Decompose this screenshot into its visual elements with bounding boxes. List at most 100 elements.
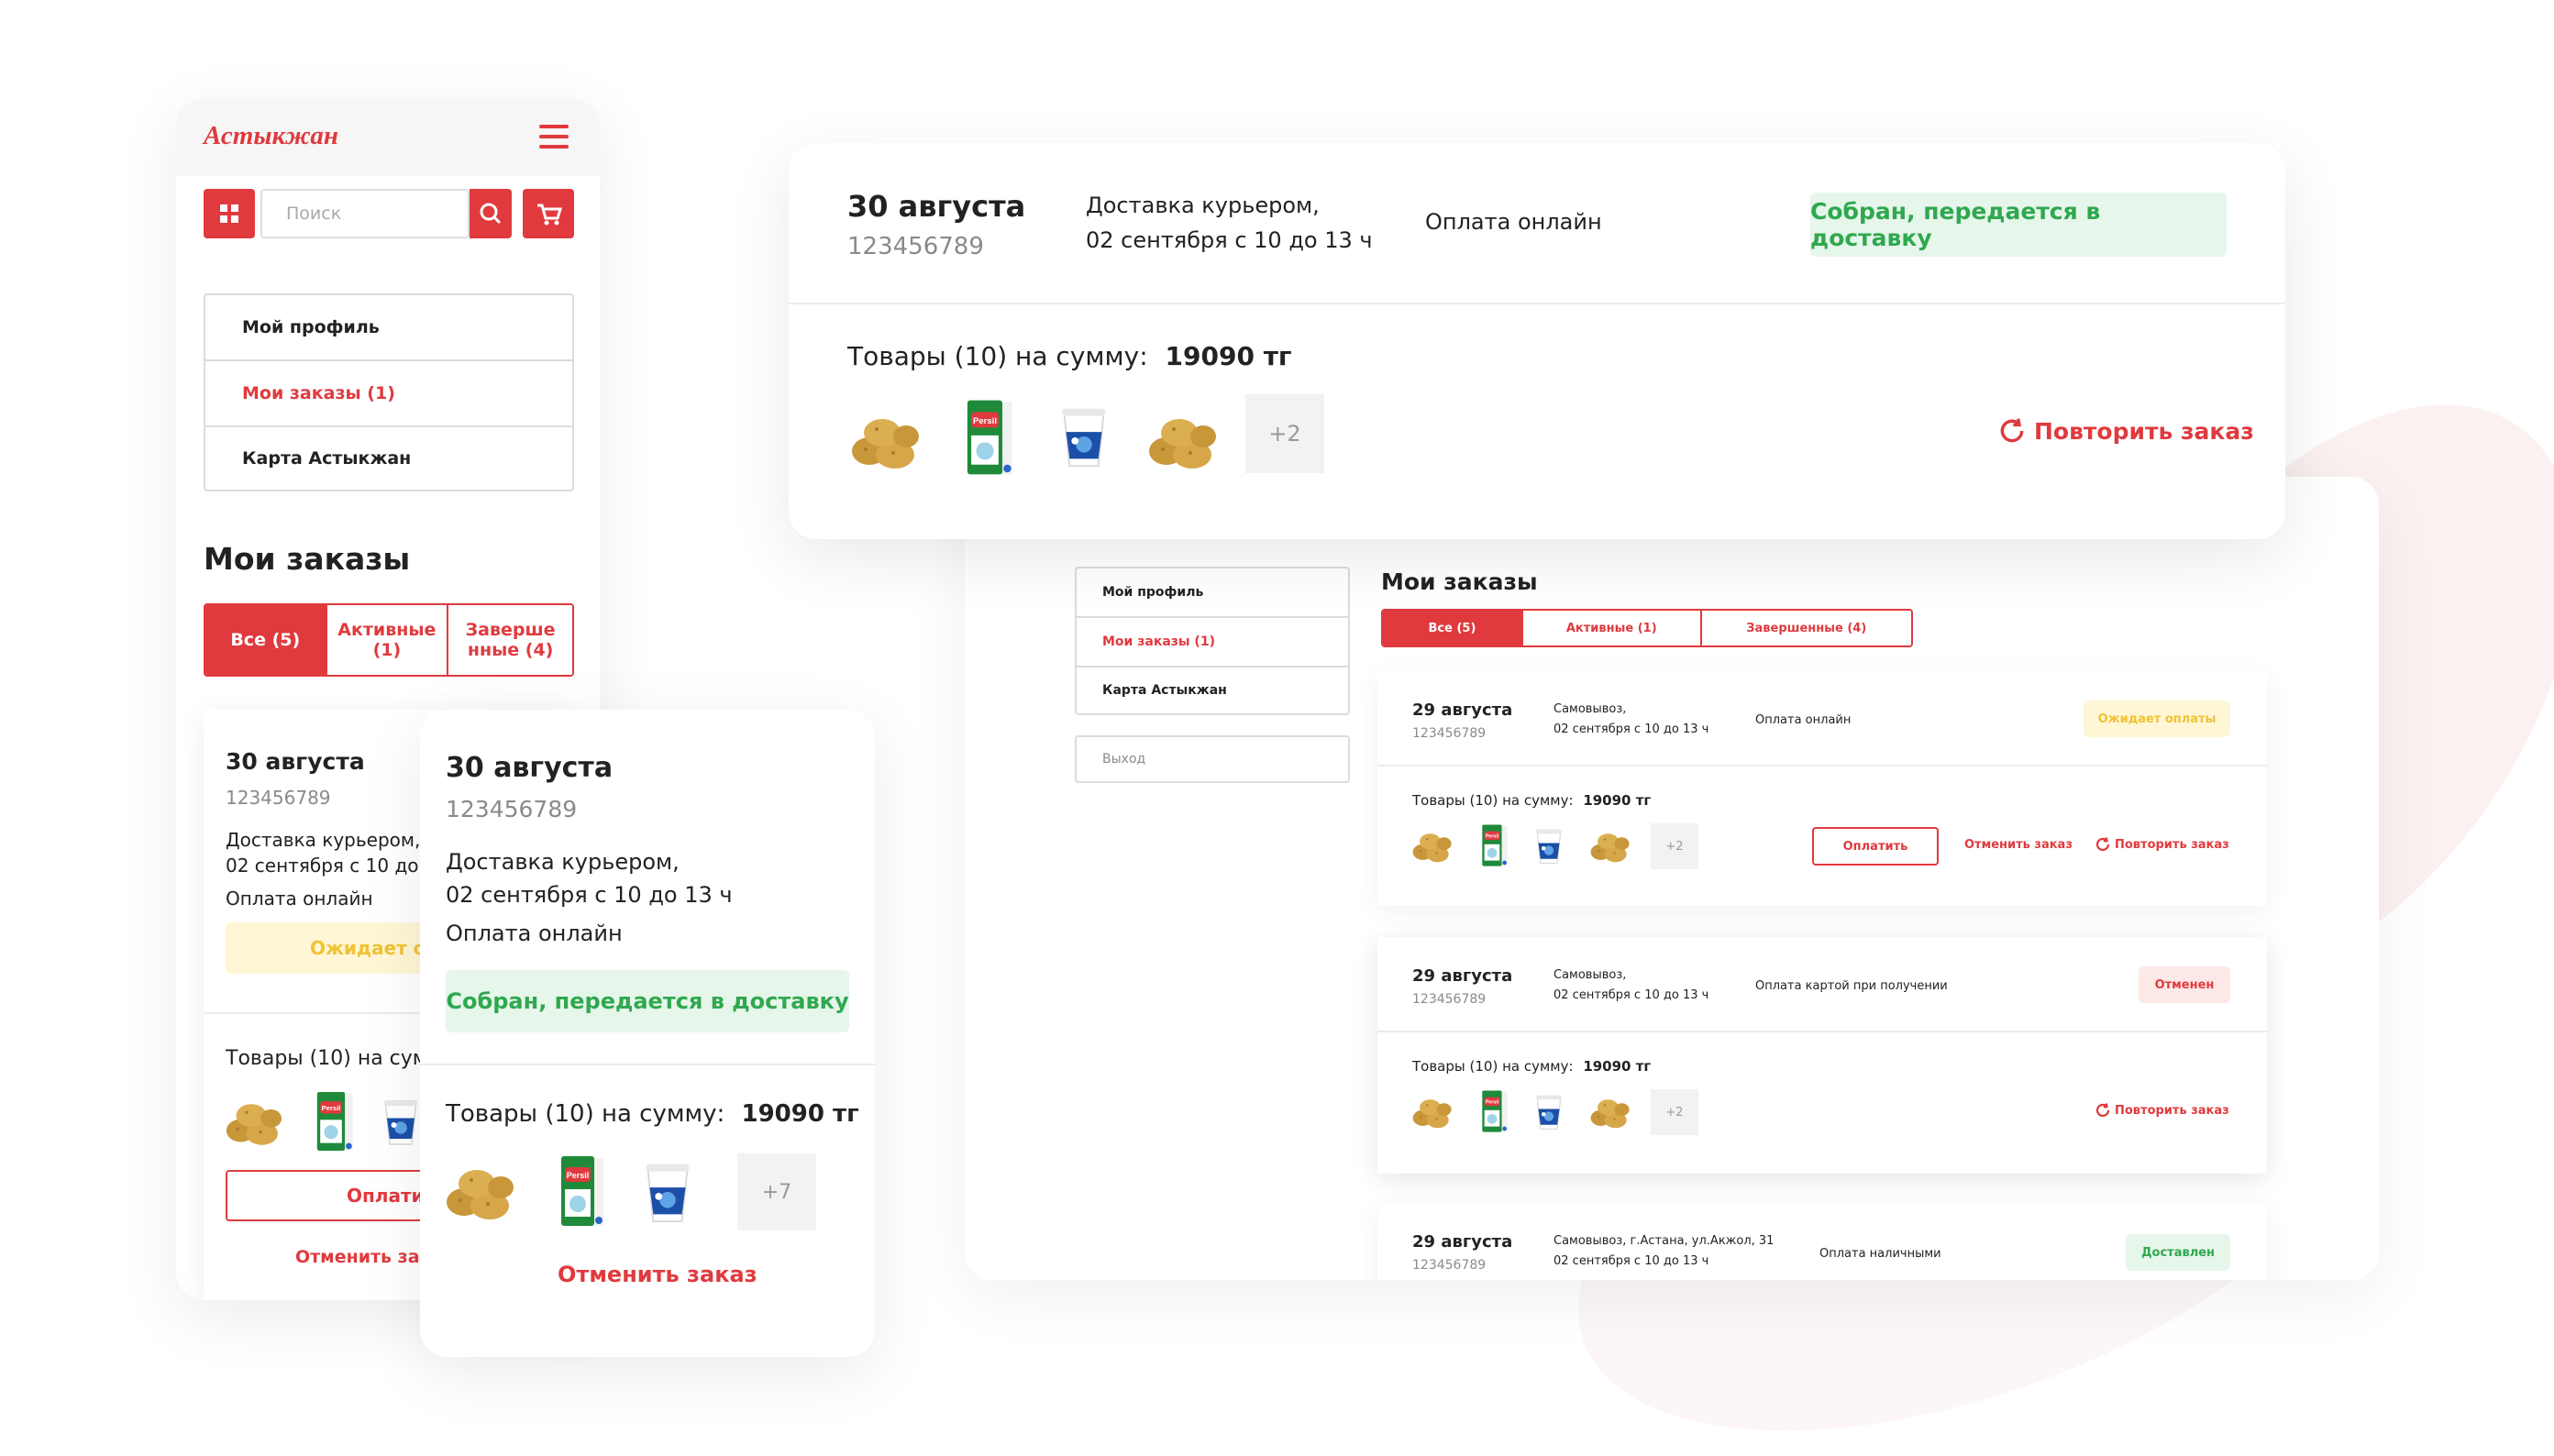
product-persil-thumb [561, 1156, 603, 1226]
tab-completed[interactable]: Завершенные (4) [1701, 611, 1911, 645]
tab-active[interactable]: Активные (1) [326, 605, 449, 675]
catalog-button[interactable] [204, 189, 255, 238]
delivery-time: 02 сентября с 10 до 13 ч [1553, 1254, 1709, 1268]
order-card: 29 августа 123456789 Самовывоз, 02 сентя… [1377, 671, 2267, 906]
goods-sum: 19090 тг [1583, 1058, 1652, 1075]
desktop-screen: Мой профиль Мои заказы (1) Карта Астыкжа… [965, 477, 2379, 1280]
product-potato-thumb [226, 1104, 282, 1145]
search-input[interactable]: Поиск [260, 189, 470, 238]
delivery-time: 02 сентября с 10 до 13 ч [1553, 988, 1709, 1002]
menu-item-map[interactable]: Карта Астыкжан [205, 427, 572, 490]
tab-all[interactable]: Все (5) [1383, 611, 1523, 645]
menu-item-orders[interactable]: Мои заказы (1) [1077, 618, 1348, 667]
menu-item-profile[interactable]: Мой профиль [205, 295, 572, 361]
delivery-method: Самовывоз, [1553, 968, 1627, 982]
mobile-header: Астыкжан [176, 99, 600, 176]
delivery-method: Самовывоз, [1553, 702, 1627, 716]
product-yogurt-thumb [1535, 1095, 1563, 1130]
goods-label: Товары (10) на сумму: [847, 341, 1148, 371]
status-badge: Собран, передается в доставку [1810, 193, 2227, 257]
search-button[interactable] [470, 189, 512, 238]
product-potato-thumb [1590, 833, 1630, 863]
menu-label: Мой профиль [1102, 585, 1204, 600]
menu-label: Мои заказы (1) [1102, 634, 1215, 649]
delivery-method: Самовывоз, г.Астана, ул.Акжол, 31 [1553, 1234, 1775, 1248]
product-persil-thumb [1482, 1090, 1508, 1132]
cancel-order-link[interactable]: Отменить заказ [558, 1262, 757, 1287]
goods-summary: Товары (10) на сумму: 19090 тг [1412, 792, 1651, 809]
refresh-icon [2095, 1103, 2110, 1118]
menu-item-orders[interactable]: Мои заказы (1) [205, 361, 572, 427]
logo[interactable]: Астыкжан [204, 121, 338, 151]
product-potato-thumb [852, 419, 919, 469]
repeat-label: Повторить заказ [2115, 837, 2229, 852]
goods-sum: 19090 тг [741, 1100, 859, 1128]
menu-item-profile[interactable]: Мой профиль [1077, 568, 1348, 618]
payment-method: Оплата онлайн [226, 888, 373, 910]
order-number: 123456789 [1412, 1258, 1487, 1273]
repeat-order-link[interactable]: Повторить заказ [2095, 836, 2229, 853]
goods-summary: Товары (10) на сумму: 19090 тг [847, 341, 1292, 371]
product-yogurt-thumb [1535, 829, 1563, 864]
payment-method: Оплата картой при получении [1755, 979, 1948, 993]
logout-button[interactable]: Выход [1075, 735, 1350, 783]
hamburger-menu-icon[interactable] [539, 125, 569, 149]
cancel-order-link[interactable]: Отменить заказ [1964, 838, 2073, 852]
menu-item-map[interactable]: Карта Астыкжан [1077, 667, 1348, 713]
product-yogurt-thumb [383, 1099, 418, 1145]
divider [789, 303, 2285, 304]
tab-active[interactable]: Активные (1) [1522, 611, 1702, 645]
repeat-order-link[interactable]: Повторить заказ [1997, 416, 2254, 446]
menu-label: Карта Астыкжан [242, 448, 412, 469]
mobile-order-card-front: 30 августа 123456789 Доставка курьером, … [420, 710, 875, 1357]
repeat-order-link[interactable]: Повторить заказ [2095, 1102, 2229, 1119]
more-products-badge[interactable]: +2 [1651, 1089, 1698, 1135]
product-potato-thumb [447, 1170, 514, 1219]
more-products-badge[interactable]: +2 [1651, 823, 1698, 869]
tab-completed[interactable]: Завершенные (4) [448, 605, 572, 675]
product-potato-thumb [1412, 833, 1452, 863]
order-number: 123456789 [226, 787, 331, 809]
product-potato-thumb [1149, 419, 1216, 469]
payment-method: Оплата онлайн [446, 921, 623, 946]
cart-button[interactable] [523, 189, 574, 238]
delivery-method: Доставка курьером, [1086, 193, 1320, 218]
status-badge: Доставлен [2126, 1234, 2230, 1271]
goods-summary: Товары (10) на сумму: 19090 тг [1412, 1058, 1651, 1075]
goods-label: Товары (10) на сумму: [1412, 792, 1574, 809]
order-date: 30 августа [847, 189, 1026, 224]
product-yogurt-thumb [1061, 407, 1107, 468]
product-persil-thumb [1482, 824, 1508, 866]
refresh-icon [2095, 837, 2110, 852]
product-persil-thumb [967, 400, 1012, 475]
pay-button[interactable]: Оплатить [1812, 827, 1939, 866]
order-date: 29 августа [1412, 966, 1513, 986]
delivery-time: 02 сентября с 10 до 13 ч [446, 882, 733, 908]
grid-icon [220, 204, 238, 223]
order-number: 123456789 [847, 233, 984, 260]
desktop-profile-menu: Мой профиль Мои заказы (1) Карта Астыкжа… [1075, 567, 1350, 715]
more-products-badge[interactable]: +2 [1245, 394, 1324, 473]
delivery-method: Доставка курьером, [446, 849, 680, 875]
order-date: 30 августа [446, 752, 614, 784]
more-products-badge[interactable]: +7 [737, 1153, 816, 1230]
goods-summary: Товары (10) на сумму: 19090 тг [446, 1100, 859, 1128]
refresh-icon [2000, 418, 2024, 443]
tab-all[interactable]: Все (5) [205, 605, 327, 675]
repeat-label: Повторить заказ [2034, 417, 2254, 445]
order-card: 29 августа 123456789 Самовывоз, 02 сентя… [1377, 937, 2267, 1174]
cart-icon [537, 204, 563, 226]
product-yogurt-thumb [645, 1163, 691, 1223]
order-tabs: Все (5) Активные (1) Завершенные (4) [1381, 609, 1913, 647]
search-icon [480, 203, 502, 225]
status-badge: Собран, передается в доставку [446, 970, 849, 1032]
product-persil-thumb [316, 1091, 353, 1152]
order-number: 123456789 [1412, 726, 1487, 741]
divider [1377, 1031, 2267, 1032]
repeat-label: Повторить заказ [2115, 1103, 2229, 1118]
goods-label: Товары (10) на сумму: [446, 1100, 725, 1128]
payment-method: Оплата онлайн [1425, 209, 1602, 235]
menu-label: Мои заказы (1) [242, 383, 395, 403]
logout-label: Выход [1102, 752, 1146, 767]
order-date: 29 августа [1412, 700, 1513, 720]
